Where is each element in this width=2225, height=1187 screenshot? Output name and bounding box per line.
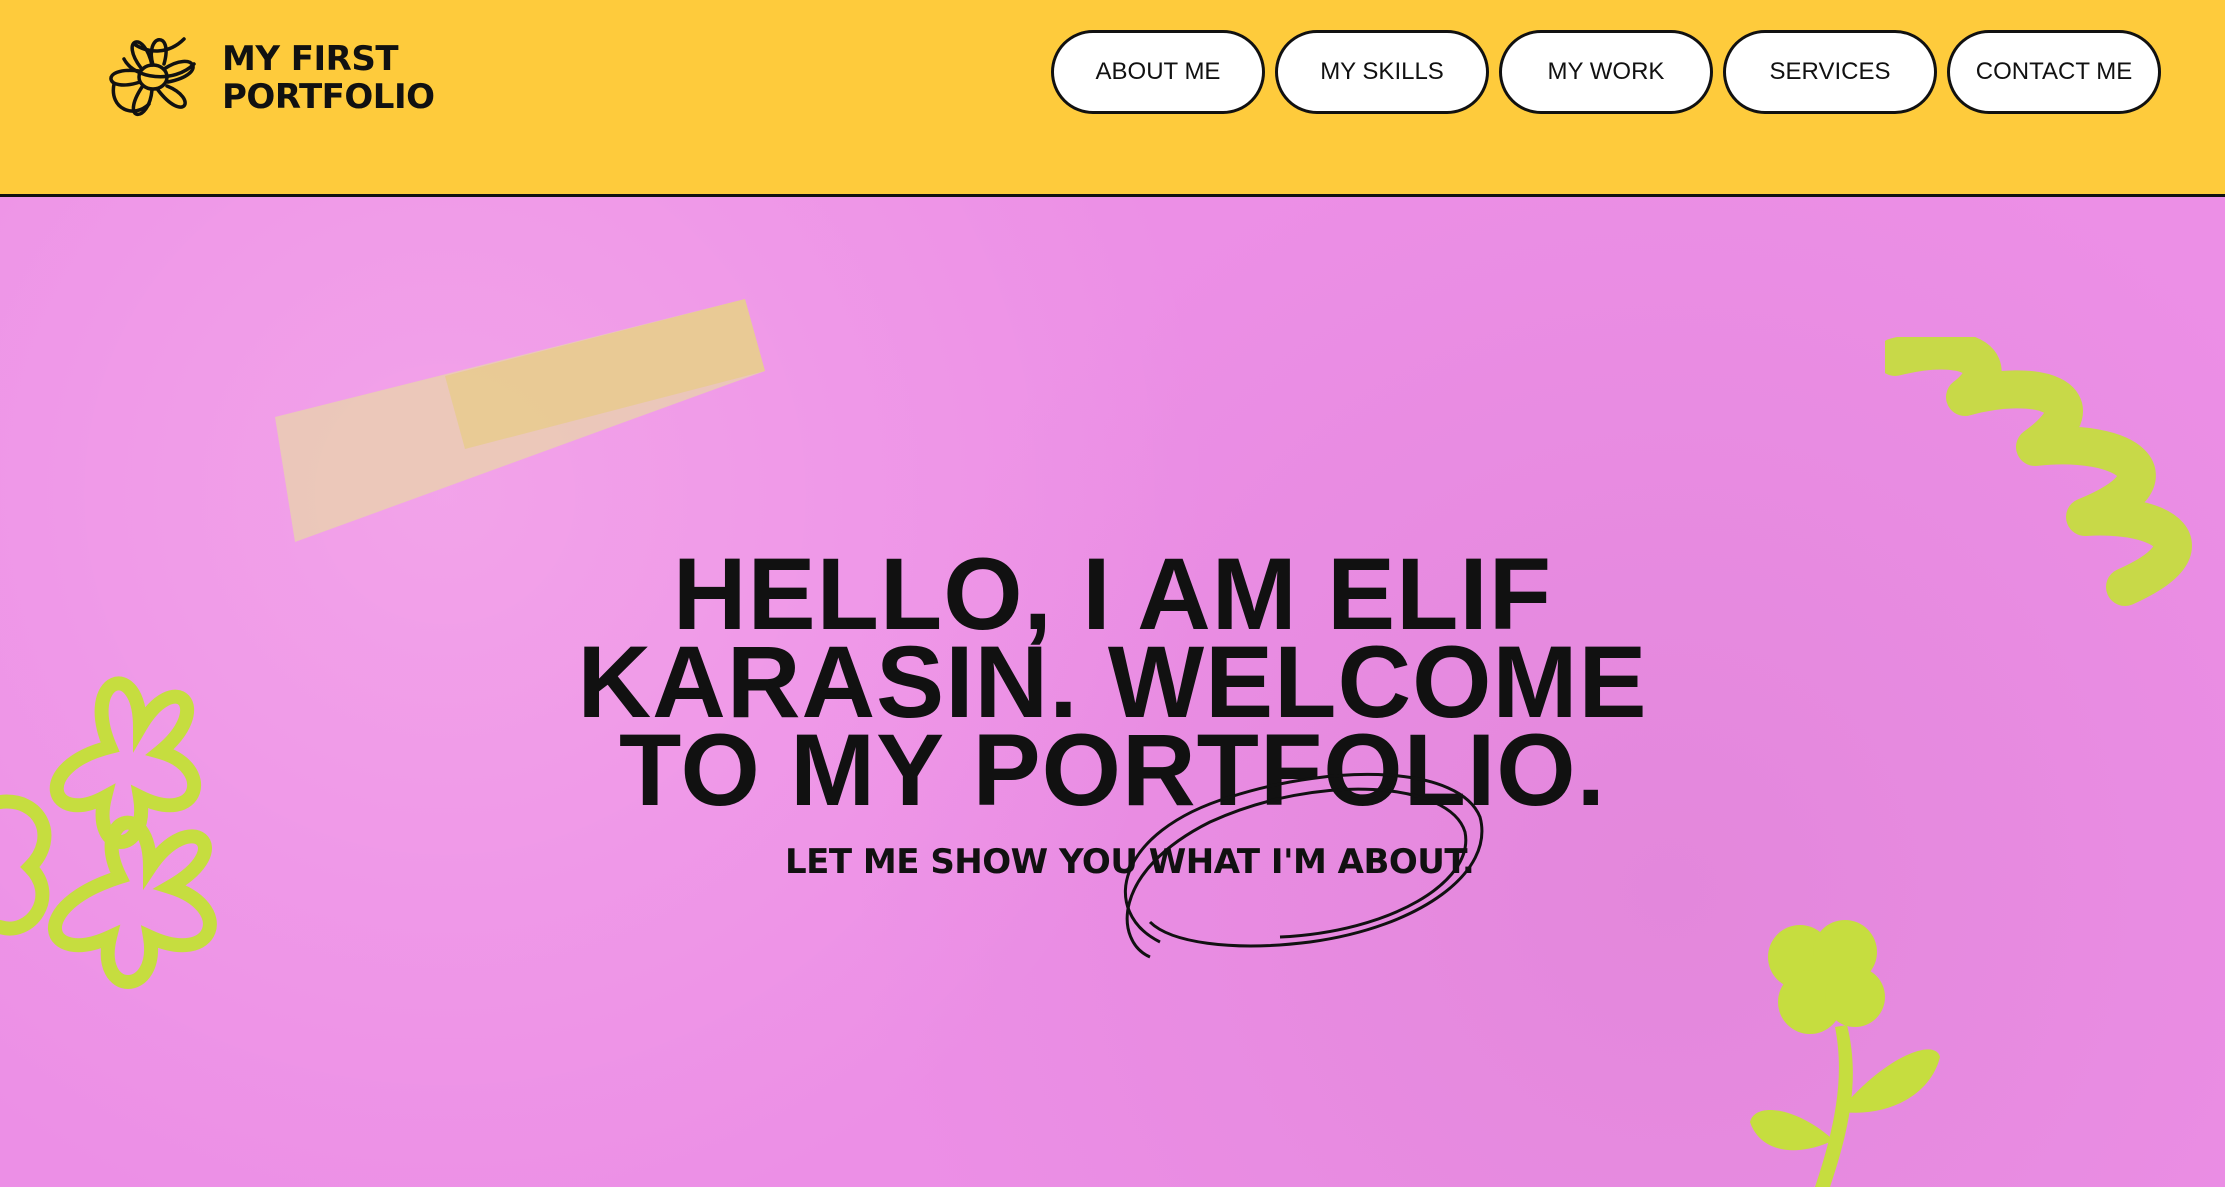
nav-about-me-button[interactable]: ABOUT ME xyxy=(1051,30,1265,114)
green-flower-stem-doodle xyxy=(1750,920,1940,1187)
logo-text: MY FIRST PORTFOLIO xyxy=(222,40,435,116)
nav-my-skills-button[interactable]: MY SKILLS xyxy=(1275,30,1489,114)
hero-section: HELLO, I AM ELIF KARASIN. WELCOME TO MY … xyxy=(0,197,2225,1187)
logo[interactable]: MY FIRST PORTFOLIO xyxy=(94,24,435,130)
site-header: MY FIRST PORTFOLIO ABOUT ME MY SKILLS MY… xyxy=(0,0,2225,197)
logo-line-2: PORTFOLIO xyxy=(222,77,435,117)
main-nav: ABOUT ME MY SKILLS MY WORK SERVICES CONT… xyxy=(1051,30,2161,114)
masking-tape-decoration xyxy=(275,299,765,542)
nav-my-work-button[interactable]: MY WORK xyxy=(1499,30,1713,114)
nav-services-button[interactable]: SERVICES xyxy=(1723,30,1937,114)
scribble-circle-doodle xyxy=(1124,772,1484,959)
nav-contact-me-button[interactable]: CONTACT ME xyxy=(1947,30,2161,114)
logo-line-1: MY FIRST xyxy=(222,39,399,79)
scribble-flower-icon xyxy=(109,37,196,117)
